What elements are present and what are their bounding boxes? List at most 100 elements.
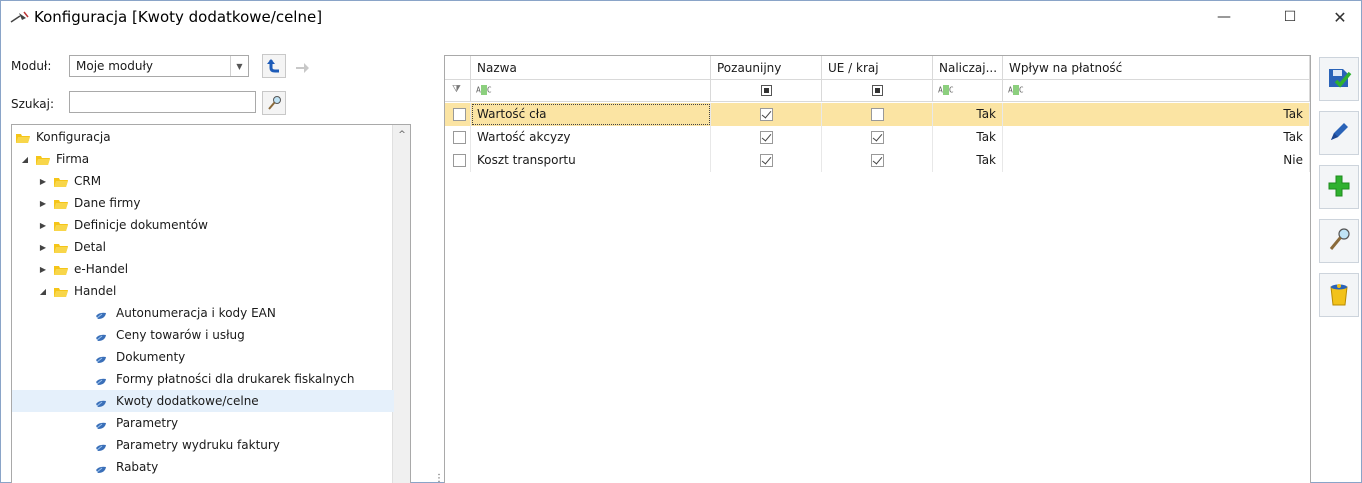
save-button[interactable] <box>1319 57 1359 101</box>
tree-item-label: Parametry <box>116 416 179 430</box>
folder-icon <box>54 220 68 231</box>
tree-item[interactable]: ▶ Definicje dokumentów <box>12 214 394 236</box>
tree-item[interactable]: Ceny towarów i usług <box>12 324 394 346</box>
expand-icon[interactable]: ▶ <box>38 221 48 230</box>
row-select-cell[interactable] <box>445 126 471 149</box>
tree-item[interactable]: Parametry <box>12 412 394 434</box>
nazwa-cell[interactable]: Wartość cła <box>471 103 711 126</box>
scroll-up-icon[interactable]: ^ <box>393 127 410 143</box>
forward-button[interactable] <box>290 54 314 78</box>
tree-item-label: Kwoty dodatkowe/celne <box>116 394 259 408</box>
expand-icon[interactable]: ▶ <box>38 265 48 274</box>
tree-item[interactable]: ▶ CRM <box>12 170 394 192</box>
chevron-down-icon[interactable]: ▼ <box>230 56 248 76</box>
tree-item[interactable]: ▶ Dane firmy <box>12 192 394 214</box>
tree-item[interactable]: ◢ Firma <box>12 148 394 170</box>
pozaunijny-cell[interactable] <box>711 149 822 172</box>
nazwa-cell[interactable]: Koszt transportu <box>471 149 711 172</box>
leaf-icon <box>96 331 106 341</box>
modul-label: Moduł: <box>11 59 52 73</box>
pozaunijny-cell[interactable] <box>711 126 822 149</box>
add-button[interactable] <box>1319 165 1359 209</box>
nazwa-cell[interactable]: Wartość akcyzy <box>471 126 711 149</box>
naliczaj-cell[interactable]: Tak <box>933 126 1003 149</box>
column-header[interactable]: Wpływ na płatność <box>1003 56 1310 80</box>
row-select-cell[interactable] <box>445 149 471 172</box>
search-button[interactable] <box>262 91 286 115</box>
expand-icon[interactable]: ▶ <box>38 243 48 252</box>
title-bar: Konfiguracja [Kwoty dodatkowe/celne] — ☐… <box>1 1 1361 33</box>
tree-item[interactable]: ▶ e-Handel <box>12 258 394 280</box>
row-checkbox[interactable] <box>453 131 466 144</box>
edit-button[interactable] <box>1319 111 1359 155</box>
splitter-grip-icon: ⋮ <box>434 473 444 483</box>
filter-cell[interactable]: AC <box>933 80 1003 102</box>
tree-item[interactable]: Formy płatności dla drukarek fiskalnych <box>12 368 394 390</box>
collapse-icon[interactable]: ◢ <box>38 287 48 296</box>
table-row[interactable]: Wartość cła Tak Tak <box>445 103 1310 126</box>
preview-button[interactable] <box>1319 219 1359 263</box>
column-header[interactable]: Pozaunijny <box>711 56 822 80</box>
naliczaj-cell[interactable]: Tak <box>933 103 1003 126</box>
minimize-button[interactable]: — <box>1201 1 1247 33</box>
expand-icon[interactable]: ▶ <box>38 177 48 186</box>
table-row[interactable]: Koszt transportu Tak Nie <box>445 149 1310 172</box>
folder-icon <box>54 264 68 275</box>
wplyw-cell[interactable]: Nie <box>1003 149 1310 172</box>
pozaunijny-checkbox[interactable] <box>759 108 773 121</box>
panel-splitter[interactable]: ⋮ <box>429 51 444 483</box>
wplyw-cell[interactable]: Tak <box>1003 103 1310 126</box>
column-header[interactable]: Nazwa <box>471 56 711 80</box>
column-header[interactable]: Naliczaj... <box>933 56 1003 80</box>
column-header[interactable] <box>445 56 471 80</box>
pozaunijny-checkbox[interactable] <box>759 131 773 144</box>
pozaunijny-checkbox[interactable] <box>759 154 773 167</box>
tree-item[interactable]: Dokumenty <box>12 346 394 368</box>
row-checkbox[interactable] <box>453 108 466 121</box>
collapse-icon[interactable]: ◢ <box>20 155 30 164</box>
tree-item-label: Rabaty <box>116 460 159 474</box>
filter-cell[interactable] <box>711 80 822 102</box>
ue_kraj-cell[interactable] <box>822 149 933 172</box>
table-row[interactable]: Wartość akcyzy Tak Tak <box>445 126 1310 149</box>
folder-icon <box>54 176 68 187</box>
ue_kraj-cell[interactable] <box>822 126 933 149</box>
naliczaj-cell[interactable]: Tak <box>933 149 1003 172</box>
filter-cell[interactable] <box>822 80 933 102</box>
tree-item[interactable]: Konfiguracja <box>12 126 394 148</box>
modul-select[interactable]: Moje moduły ▼ <box>69 55 249 77</box>
checkbox-filter-icon[interactable] <box>760 85 772 96</box>
window-title: Konfiguracja [Kwoty dodatkowe/celne] <box>34 8 323 26</box>
filter-cell[interactable]: ⧩ <box>445 80 471 102</box>
tree-item[interactable]: ◢ Handel <box>12 280 394 302</box>
ue_kraj-checkbox[interactable] <box>870 108 884 121</box>
data-grid: ⧩ Nazwa A C Pozaunijny UE / kraj Naliczaj... A C… <box>444 55 1311 483</box>
tree-item-label: CRM <box>74 174 102 188</box>
tree-item[interactable]: Rabaty <box>12 456 394 478</box>
ue_kraj-cell[interactable] <box>822 103 933 126</box>
leaf-icon <box>96 353 106 363</box>
tree-item[interactable]: Parametry wydruku faktury <box>12 434 394 456</box>
filter-cell[interactable]: AC <box>1003 80 1310 102</box>
row-checkbox[interactable] <box>453 154 466 167</box>
tree-item[interactable]: Kwoty dodatkowe/celne <box>12 390 394 412</box>
column-header[interactable]: UE / kraj <box>822 56 933 80</box>
pozaunijny-cell[interactable] <box>711 103 822 126</box>
back-button[interactable] <box>262 54 286 78</box>
delete-button[interactable] <box>1319 273 1359 317</box>
search-input[interactable] <box>69 91 256 113</box>
tree-item[interactable]: ▶ Detal <box>12 236 394 258</box>
maximize-button[interactable]: ☐ <box>1267 1 1313 33</box>
tree-scrollbar[interactable]: ^ <box>392 125 410 483</box>
expand-icon[interactable]: ▶ <box>38 199 48 208</box>
wplyw-cell[interactable]: Tak <box>1003 126 1310 149</box>
filter-funnel-icon[interactable]: ⧩ <box>452 84 461 95</box>
close-button[interactable]: ✕ <box>1317 1 1362 33</box>
filter-cell[interactable]: AC <box>471 80 711 102</box>
ue_kraj-checkbox[interactable] <box>870 131 884 144</box>
folder-icon <box>54 286 68 297</box>
row-select-cell[interactable] <box>445 103 471 126</box>
tree-item[interactable]: Autonumeracja i kody EAN <box>12 302 394 324</box>
ue_kraj-checkbox[interactable] <box>870 154 884 167</box>
checkbox-filter-icon[interactable] <box>871 85 883 96</box>
